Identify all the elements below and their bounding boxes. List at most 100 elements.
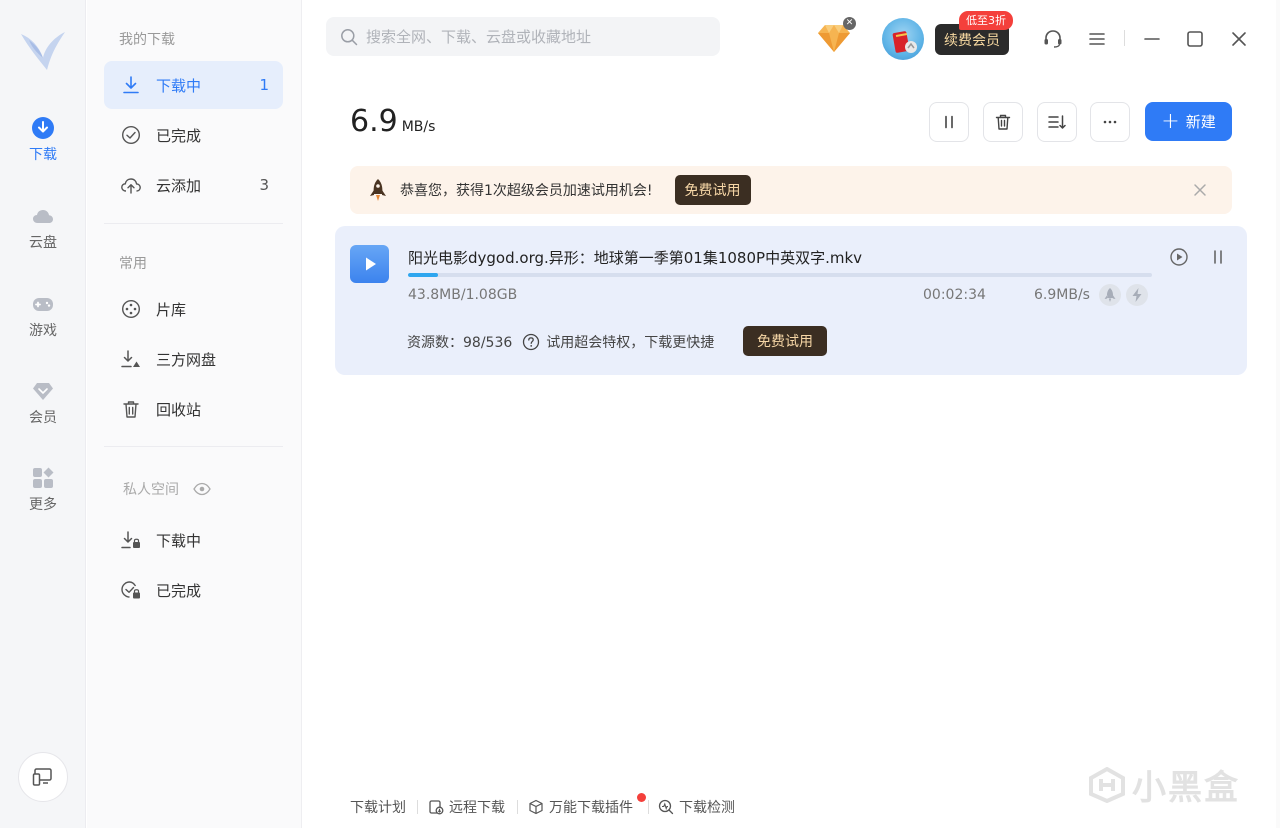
pause-all-button[interactable] (929, 102, 969, 142)
notification-dot (637, 793, 646, 802)
nav-item-count: 1 (259, 76, 269, 94)
footer-label: 万能下载插件 (549, 800, 633, 816)
search-box[interactable] (326, 17, 720, 56)
nav-item-label: 下载中 (156, 531, 202, 550)
section-title-my-downloads: 我的下载 (119, 32, 175, 48)
more-dots-icon (1103, 120, 1117, 124)
footer-label: 下载检测 (679, 800, 735, 816)
nav-item-count: 3 (259, 176, 269, 194)
download-circle-icon (32, 117, 54, 139)
pause-icon[interactable] (1207, 246, 1229, 268)
footer-label: 下载计划 (350, 800, 406, 816)
rocket-icon (370, 179, 386, 201)
separator (517, 800, 518, 814)
nav-item-label: 云添加 (156, 176, 202, 195)
menu-icon[interactable] (1086, 28, 1108, 50)
close-icon[interactable]: ✕ (843, 17, 856, 30)
task-file-name: 阳光电影dygod.org.异形：地球第一季第01集1080P中英双字.mkv (408, 249, 863, 267)
minimize-icon[interactable] (1141, 28, 1163, 50)
nav-item-label: 三方网盘 (156, 350, 217, 369)
free-trial-button[interactable]: 免费试用 (674, 175, 751, 205)
eye-icon[interactable] (193, 482, 212, 496)
task-sources: 资源数：98/536 试用超会特权，下载更快捷 (407, 332, 714, 352)
total-speed: 6.9 MB/s (350, 104, 435, 139)
sources-hint: 试用超会特权，下载更快捷 (546, 335, 715, 351)
new-task-label: 新建 (1185, 113, 1216, 131)
gamepad-icon (33, 298, 53, 311)
footer-plugin[interactable]: 万能下载插件 (528, 797, 633, 817)
speed-unit: MB/s (401, 119, 436, 135)
cloud-icon (33, 210, 53, 223)
video-file-icon (350, 245, 389, 283)
trash-icon (995, 114, 1011, 130)
new-task-button[interactable]: + 新建 (1145, 102, 1232, 141)
nav-item-private-downloading[interactable]: 下载中 (104, 516, 283, 564)
scrollbar[interactable] (1276, 0, 1280, 828)
section-title-private-label: 私人空间 (123, 482, 179, 498)
maximize-icon[interactable] (1184, 28, 1206, 50)
nav-item-library[interactable]: 片库 (104, 285, 283, 333)
nav-item-private-completed[interactable]: 已完成 (104, 566, 283, 614)
rail-item-download[interactable]: 下载 (0, 116, 86, 164)
rail-item-games[interactable]: 游戏 (0, 292, 86, 340)
promo-banner: 恭喜您，获得1次超级会员加速试用机会! 免费试用 (350, 166, 1232, 214)
free-trial-button[interactable]: 免费试用 (743, 326, 827, 356)
delete-button[interactable] (983, 102, 1023, 142)
sort-button[interactable] (1037, 102, 1077, 142)
check-circle-icon (120, 124, 142, 146)
device-button[interactable] (18, 752, 68, 802)
footer-remote-download[interactable]: 远程下载 (428, 797, 505, 817)
rail-item-vip[interactable]: 会员 (0, 379, 86, 427)
headset-icon[interactable] (1042, 28, 1064, 50)
footer-label: 远程下载 (449, 800, 505, 816)
rail-item-cloud[interactable]: 云盘 (0, 204, 86, 252)
lightning-icon (1132, 288, 1142, 302)
separator (417, 800, 418, 814)
nav-item-recycle[interactable]: 回收站 (104, 385, 283, 433)
window-close-icon[interactable] (1228, 28, 1250, 50)
cube-icon (529, 799, 543, 815)
search-input[interactable] (366, 27, 706, 46)
rail-item-more[interactable]: 更多 (0, 466, 86, 514)
nav-item-completed[interactable]: 已完成 (104, 111, 283, 159)
app-logo-icon (21, 32, 65, 70)
nav-item-label: 片库 (156, 300, 187, 319)
more-button[interactable] (1090, 102, 1130, 142)
play-circle-icon[interactable] (1168, 246, 1190, 268)
search-icon (341, 28, 358, 45)
accelerate-button[interactable] (1126, 284, 1148, 306)
footer-download-check[interactable]: 下载检测 (658, 797, 735, 817)
download-arrow-icon (120, 74, 142, 96)
locked-download-icon (120, 529, 142, 551)
footer-download-plan[interactable]: 下载计划 (350, 797, 406, 817)
separator (1124, 30, 1125, 46)
task-progress-fill (408, 273, 438, 277)
nav-item-downloading[interactable]: 下载中 1 (104, 61, 283, 109)
rail-label: 下载 (29, 147, 57, 163)
nav-item-cloud-added[interactable]: 云添加 3 (104, 161, 283, 209)
speed-value: 6.9 (350, 104, 398, 139)
section-title-private: 私人空间 (123, 479, 212, 499)
plus-icon: + (1161, 108, 1180, 134)
device-icon (32, 768, 52, 786)
nav-item-label: 下载中 (156, 76, 202, 95)
avatar[interactable] (882, 18, 924, 60)
trash-icon (120, 398, 142, 420)
nav-item-third-party[interactable]: 三方网盘 (104, 335, 283, 383)
task-speed: 6.9MB/s (1034, 287, 1090, 303)
promo-text: 恭喜您，获得1次超级会员加速试用机会! (400, 183, 653, 199)
rail-label: 云盘 (29, 235, 57, 251)
rail-label: 更多 (29, 497, 57, 513)
cloud-upload-icon (120, 174, 142, 196)
watermark-text: 小黑盒 (1132, 768, 1240, 808)
task-progress-bar (408, 273, 1152, 277)
remote-download-icon (429, 800, 444, 815)
download-task-card[interactable]: 阳光电影dygod.org.异形：地球第一季第01集1080P中英双字.mkv … (335, 226, 1247, 375)
boost-rocket-button[interactable] (1099, 284, 1121, 306)
help-icon[interactable] (522, 333, 540, 351)
section-title-common: 常用 (119, 256, 147, 272)
sort-icon (1048, 115, 1066, 129)
discount-badge: 低至3折 (959, 11, 1013, 30)
grid-icon (33, 467, 54, 488)
close-icon[interactable] (1190, 180, 1210, 200)
